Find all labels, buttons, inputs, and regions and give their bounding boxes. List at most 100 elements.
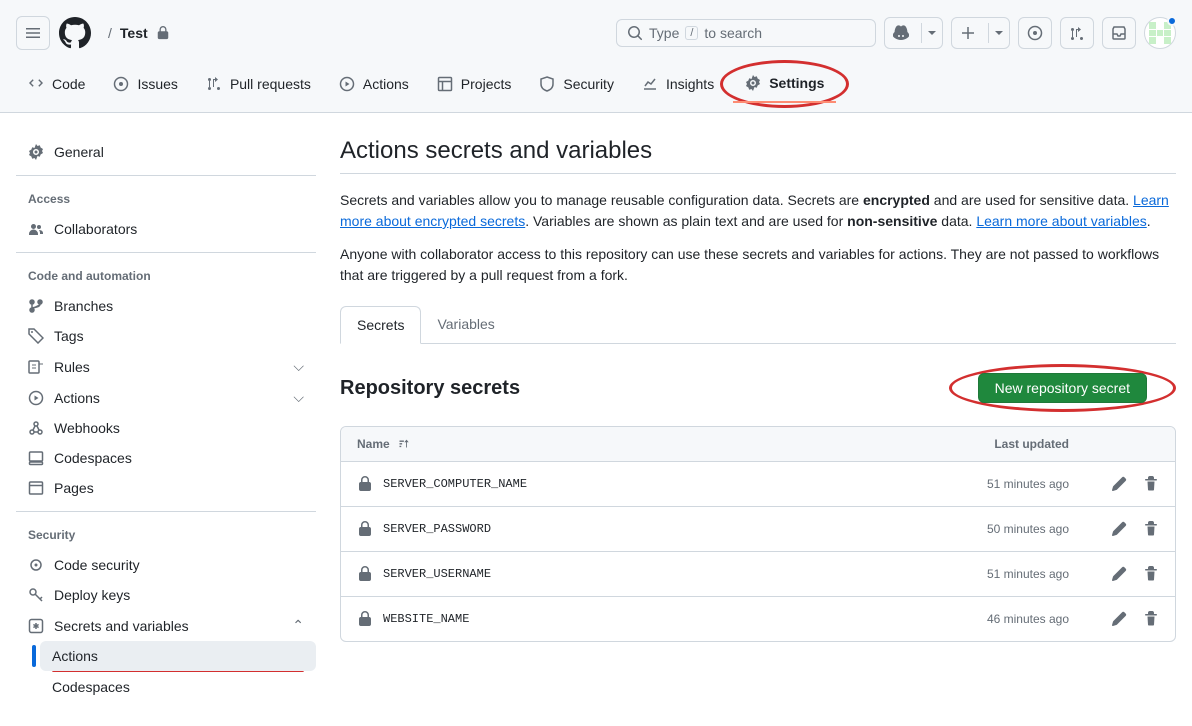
repo-secrets-heading: Repository secrets <box>340 377 520 400</box>
issue-icon <box>113 76 129 92</box>
tab-pulls[interactable]: Pull requests <box>194 58 323 112</box>
trash-icon <box>1143 566 1159 582</box>
menu-icon <box>25 25 41 41</box>
gear-icon <box>745 75 761 91</box>
secret-name: SERVER_COMPUTER_NAME <box>357 476 919 492</box>
edit-button[interactable] <box>1111 566 1127 582</box>
sidebar-item-code-security[interactable]: Code security <box>16 550 316 580</box>
sort-icon[interactable] <box>396 437 410 451</box>
webhook-icon <box>28 420 44 436</box>
secret-updated: 51 minutes ago <box>919 567 1069 581</box>
edit-button[interactable] <box>1111 611 1127 627</box>
trash-icon <box>1143 521 1159 537</box>
tab-variables[interactable]: Variables <box>421 306 510 343</box>
breadcrumb-repo[interactable]: Test <box>120 25 148 41</box>
col-updated: Last updated <box>919 437 1069 451</box>
search-input[interactable]: Type / to search <box>616 19 876 47</box>
issue-icon <box>1027 25 1043 41</box>
caret-down-icon <box>995 29 1003 37</box>
tab-secrets[interactable]: Secrets <box>340 306 421 344</box>
pulls-button[interactable] <box>1060 17 1094 49</box>
link-variables[interactable]: Learn more about variables <box>976 213 1146 229</box>
breadcrumb-sep: / <box>108 25 112 41</box>
issues-button[interactable] <box>1018 17 1052 49</box>
sidebar-item-deploy-keys[interactable]: Deploy keys <box>16 580 316 610</box>
table-row: SERVER_USERNAME51 minutes ago <box>341 552 1175 597</box>
tab-settings[interactable]: Settings <box>733 65 836 103</box>
secret-updated: 50 minutes ago <box>919 522 1069 536</box>
tab-insights[interactable]: Insights <box>630 58 726 112</box>
description-1: Secrets and variables allow you to manag… <box>340 190 1176 232</box>
sidebar-sub-actions[interactable]: Actions <box>40 641 316 671</box>
search-placeholder-prefix: Type <box>649 25 679 41</box>
delete-button[interactable] <box>1143 611 1159 627</box>
delete-button[interactable] <box>1143 566 1159 582</box>
lock-icon <box>357 521 373 537</box>
pencil-icon <box>1111 566 1127 582</box>
sidebar-sub-codespaces[interactable]: Codespaces <box>40 672 316 702</box>
top-bar: / Test Type / to search <box>0 0 1192 113</box>
search-placeholder-suffix: to search <box>704 25 762 41</box>
gear-icon <box>28 144 44 160</box>
trash-icon <box>1143 476 1159 492</box>
pull-request-icon <box>206 76 222 92</box>
inbox-button[interactable] <box>1102 17 1136 49</box>
identicon <box>1149 22 1171 44</box>
tab-security[interactable]: Security <box>527 58 626 112</box>
scan-icon <box>28 557 44 573</box>
sidebar-item-branches[interactable]: Branches <box>16 291 316 321</box>
secrets-table: Name Last updated SERVER_COMPUTER_NAME 51… <box>340 426 1176 642</box>
github-logo[interactable] <box>58 16 92 50</box>
copilot-icon <box>893 25 909 41</box>
tab-code[interactable]: Code <box>16 58 97 112</box>
sidebar-item-codespaces[interactable]: Codespaces <box>16 443 316 473</box>
new-secret-button[interactable]: New repository secret <box>978 373 1147 403</box>
tag-icon <box>28 328 44 344</box>
inbox-icon <box>1111 25 1127 41</box>
sidebar-item-secrets-vars[interactable]: Secrets and variables ⌃ <box>16 610 316 641</box>
sidebar-item-tags[interactable]: Tags <box>16 321 316 351</box>
sidebar-item-actions[interactable]: Actions ⌵ <box>16 382 316 413</box>
chevron-down-icon: ⌵ <box>293 358 304 375</box>
settings-sidebar: General Access Collaborators Code and au… <box>16 137 316 702</box>
search-icon <box>627 25 643 41</box>
rules-icon <box>28 359 44 375</box>
edit-button[interactable] <box>1111 521 1127 537</box>
breadcrumb: / Test <box>108 25 170 41</box>
sidebar-item-collaborators[interactable]: Collaborators <box>16 214 316 244</box>
main-content: Actions secrets and variables Secrets an… <box>340 137 1176 702</box>
play-icon <box>339 76 355 92</box>
secret-updated: 46 minutes ago <box>919 612 1069 626</box>
delete-button[interactable] <box>1143 476 1159 492</box>
play-icon <box>28 390 44 406</box>
tab-issues[interactable]: Issues <box>101 58 189 112</box>
highlight-settings-tab: Settings <box>720 60 849 108</box>
pencil-icon <box>1111 521 1127 537</box>
secrets-tabs: Secrets Variables <box>340 306 1176 344</box>
sidebar-section-code: Code and automation <box>16 261 316 291</box>
create-button[interactable] <box>951 17 1010 49</box>
table-header: Name Last updated <box>341 427 1175 462</box>
edit-button[interactable] <box>1111 476 1127 492</box>
graph-icon <box>642 76 658 92</box>
tab-projects[interactable]: Projects <box>425 58 524 112</box>
sidebar-section-access: Access <box>16 184 316 214</box>
lock-icon <box>357 611 373 627</box>
sidebar-item-general[interactable]: General <box>16 137 316 167</box>
sidebar-item-rules[interactable]: Rules ⌵ <box>16 351 316 382</box>
menu-button[interactable] <box>16 16 50 50</box>
people-icon <box>28 221 44 237</box>
col-name: Name <box>357 437 390 451</box>
highlight-new-secret: New repository secret <box>949 364 1176 412</box>
codespaces-icon <box>28 450 44 466</box>
lock-icon <box>357 566 373 582</box>
sidebar-item-pages[interactable]: Pages <box>16 473 316 503</box>
tab-actions[interactable]: Actions <box>327 58 421 112</box>
repo-tabs: Code Issues Pull requests Actions Projec… <box>0 58 1192 112</box>
browser-icon <box>28 480 44 496</box>
sidebar-item-webhooks[interactable]: Webhooks <box>16 413 316 443</box>
pencil-icon <box>1111 476 1127 492</box>
delete-button[interactable] <box>1143 521 1159 537</box>
avatar[interactable] <box>1144 17 1176 49</box>
copilot-button[interactable] <box>884 17 943 49</box>
